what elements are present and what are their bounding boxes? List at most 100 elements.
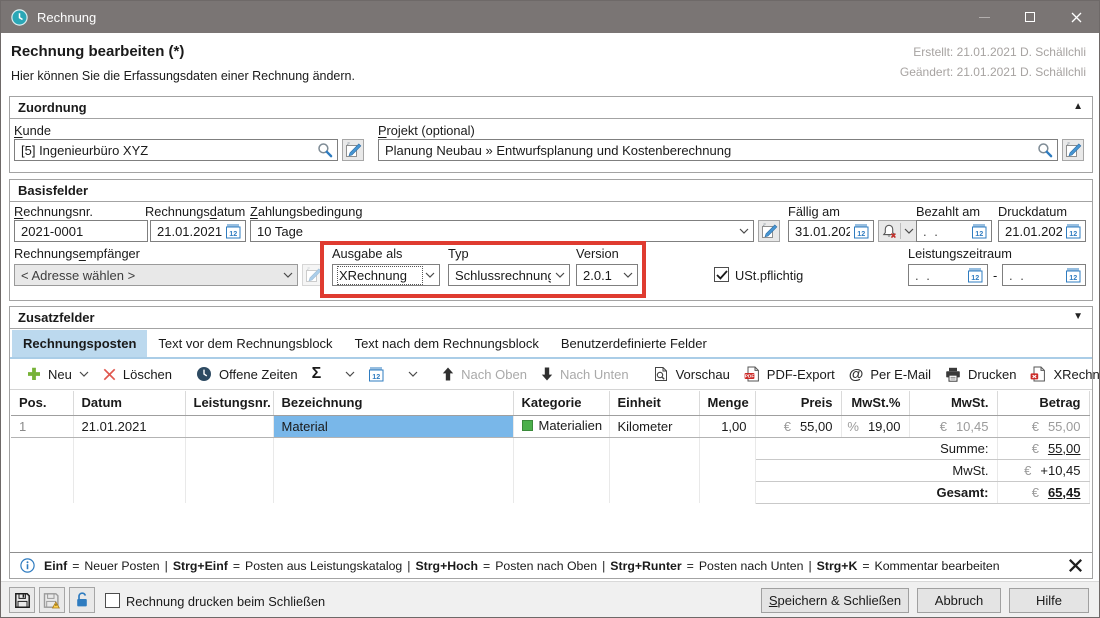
per-email-button[interactable]: @ Per E-Mail — [842, 361, 938, 387]
zahlungsbedingung-edit-button[interactable] — [758, 220, 780, 242]
rechnungsdatum-input[interactable]: 21.01.2021 12 — [150, 220, 246, 242]
cell-datum[interactable]: 21.01.2021 — [73, 415, 185, 437]
kalender-dropdown-button[interactable]: 12 — [362, 361, 425, 387]
calendar-icon[interactable]: 12 — [972, 224, 987, 239]
reminder-button[interactable] — [878, 220, 918, 242]
version-select[interactable]: 2.0.1 — [576, 264, 638, 286]
kunde-edit-button[interactable] — [342, 139, 364, 161]
calendar-icon[interactable]: 12 — [1066, 268, 1081, 283]
save-button[interactable] — [9, 587, 35, 613]
leistungszeitraum-bis-input[interactable]: . . 12 — [1002, 264, 1086, 286]
print-on-close-checkbox[interactable] — [105, 593, 120, 608]
col-einheit[interactable]: Einheit — [609, 391, 699, 415]
cell-betrag[interactable]: €55,00 — [997, 415, 1089, 437]
calendar-icon[interactable]: 12 — [1066, 224, 1081, 239]
cell-menge[interactable]: 1,00 — [699, 415, 755, 437]
group-zuordnung-title: Zuordnung — [18, 100, 87, 115]
col-leistungsnr[interactable]: Leistungsnr. — [185, 391, 273, 415]
floppy-icon — [14, 592, 31, 609]
cell-mwst-prozent[interactable]: %19,00 — [841, 415, 909, 437]
window-controls — [961, 1, 1099, 33]
col-pos[interactable]: Pos. — [11, 391, 73, 415]
col-datum[interactable]: Datum — [73, 391, 185, 415]
rechnungsnr-input[interactable]: 2021-0001 — [14, 220, 148, 242]
search-icon[interactable] — [1037, 142, 1053, 158]
selected-cell[interactable]: Material — [274, 416, 513, 437]
pdf-icon: PDF — [744, 366, 760, 382]
cell-leistungsnr[interactable] — [185, 415, 273, 437]
delete-x-icon — [103, 368, 116, 381]
hint-close-icon[interactable] — [1069, 559, 1082, 572]
ausgabe-als-select[interactable]: XRechnung — [332, 264, 440, 286]
kunde-value: [5] Ingenieurbüro XYZ — [21, 143, 313, 158]
col-betrag[interactable]: Betrag — [997, 391, 1089, 415]
tab-text-vor-rechnungsblock[interactable]: Text vor dem Rechnungsblock — [147, 330, 343, 357]
search-icon[interactable] — [317, 142, 333, 158]
close-button[interactable] — [1053, 1, 1099, 33]
zahlungsbedingung-select[interactable]: 10 Tage — [250, 220, 754, 242]
cell-mwst[interactable]: €10,45 — [909, 415, 997, 437]
col-kategorie[interactable]: Kategorie — [513, 391, 609, 415]
tab-rechnungsposten[interactable]: Rechnungsposten — [12, 330, 147, 357]
close-icon — [1071, 12, 1082, 23]
table-row[interactable]: 1 21.01.2021 Material Materialien Kilome… — [11, 415, 1089, 437]
leistungszeitraum-von-input[interactable]: . . 12 — [908, 264, 988, 286]
mwst-value: +10,45 — [1040, 463, 1080, 478]
leistungszeitraum-dash: - — [993, 268, 997, 283]
ust-pflichtig-checkbox[interactable] — [714, 267, 729, 282]
positions-table: Pos. Datum Leistungsnr. Bezeichnung Kate… — [11, 391, 1090, 504]
col-bezeichnung[interactable]: Bezeichnung — [273, 391, 513, 415]
druckdatum-label: Druckdatum — [998, 204, 1067, 219]
calendar-icon[interactable]: 12 — [968, 268, 983, 283]
col-mwst[interactable]: MwSt. — [909, 391, 997, 415]
cell-bezeichnung[interactable]: Material — [273, 415, 513, 437]
tab-benutzerdefinierte-felder[interactable]: Benutzerdefinierte Felder — [550, 330, 718, 357]
vorschau-button[interactable]: Vorschau — [646, 361, 737, 387]
collapse-down-icon[interactable]: ▼ — [1073, 311, 1083, 322]
neu-button[interactable]: Neu — [20, 361, 96, 387]
cell-pos[interactable]: 1 — [11, 415, 73, 437]
modified-text: Geändert: 21.01.2021 D. Schällchli — [900, 65, 1086, 79]
svg-text:12: 12 — [975, 229, 983, 238]
minimize-button[interactable] — [961, 1, 1007, 33]
loeschen-button[interactable]: Löschen — [96, 361, 179, 387]
lock-button[interactable] — [69, 587, 95, 613]
save-close-button[interactable]: Speichern & Schließen — [761, 588, 909, 613]
col-preis[interactable]: Preis — [755, 391, 841, 415]
kunde-input[interactable]: [5] Ingenieurbüro XYZ — [14, 139, 338, 161]
summe-dropdown-button[interactable]: Σ — [305, 361, 363, 387]
faellig-am-input[interactable]: 31.01.2021 12 — [788, 220, 874, 242]
help-button[interactable]: Hilfe — [1009, 588, 1089, 613]
maximize-button[interactable] — [1007, 1, 1053, 33]
cell-kategorie[interactable]: Materialien — [513, 415, 609, 437]
kunde-label: Kunde — [14, 123, 51, 138]
rechnungsempfaenger-select[interactable]: < Adresse wählen > — [14, 264, 298, 286]
offene-zeiten-button[interactable]: Offene Zeiten — [189, 361, 305, 387]
bezahlt-am-input[interactable]: . . 12 — [916, 220, 992, 242]
calendar-icon[interactable]: 12 — [226, 224, 241, 239]
faellig-am-label: Fällig am — [788, 204, 840, 219]
leistungszeitraum-label: Leistungszeitraum — [908, 246, 1012, 261]
arrow-up-icon — [442, 367, 454, 381]
gesamt-label: Gesamt: — [936, 485, 988, 500]
druckdatum-input[interactable]: 21.01.2021 12 — [998, 220, 1086, 242]
typ-select[interactable]: Schlussrechnung — [448, 264, 570, 286]
projekt-edit-button[interactable] — [1062, 139, 1084, 161]
svg-text:12: 12 — [1069, 273, 1077, 282]
pdf-export-button[interactable]: PDF PDF-Export — [737, 361, 842, 387]
collapse-up-icon[interactable]: ▲ — [1073, 101, 1083, 112]
at-icon: @ — [849, 367, 864, 382]
cell-einheit[interactable]: Kilometer — [609, 415, 699, 437]
drucken-button[interactable]: Drucken — [938, 361, 1023, 387]
chevron-down-icon — [555, 272, 565, 278]
col-mwst-prozent[interactable]: MwSt.% — [841, 391, 909, 415]
col-menge[interactable]: Menge — [699, 391, 755, 415]
cell-preis[interactable]: €55,00 — [755, 415, 841, 437]
group-zusatzfelder: Zusatzfelder ▼ Rechnungsposten Text vor … — [9, 306, 1093, 579]
xrechnung-button[interactable]: XRechnung — [1023, 361, 1100, 387]
group-basisfelder: Basisfelder Rechnungsnr. 2021-0001 Rechn… — [9, 179, 1093, 301]
calendar-icon[interactable]: 12 — [854, 224, 869, 239]
projekt-input[interactable]: Planung Neubau » Entwurfsplanung und Kos… — [378, 139, 1058, 161]
cancel-button[interactable]: Abbruch — [917, 588, 1001, 613]
tab-text-nach-rechnungsblock[interactable]: Text nach dem Rechnungsblock — [344, 330, 550, 357]
